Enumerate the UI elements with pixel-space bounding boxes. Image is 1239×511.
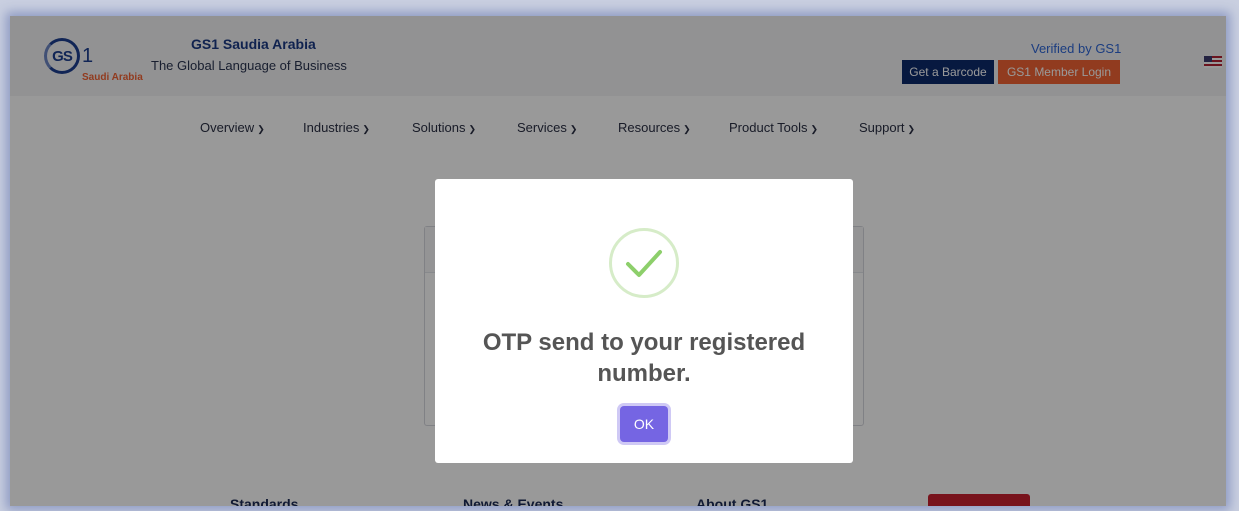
dialog-message: OTP send to your registered number. — [482, 329, 806, 387]
ok-button[interactable]: OK — [620, 406, 668, 442]
browser-page: GS 1 Saudi Arabia GS1 Saudia Arabia The … — [10, 16, 1226, 506]
checkmark-icon — [626, 250, 662, 277]
success-icon — [609, 228, 679, 298]
otp-success-dialog: OTP send to your registered number. OK — [435, 179, 853, 463]
